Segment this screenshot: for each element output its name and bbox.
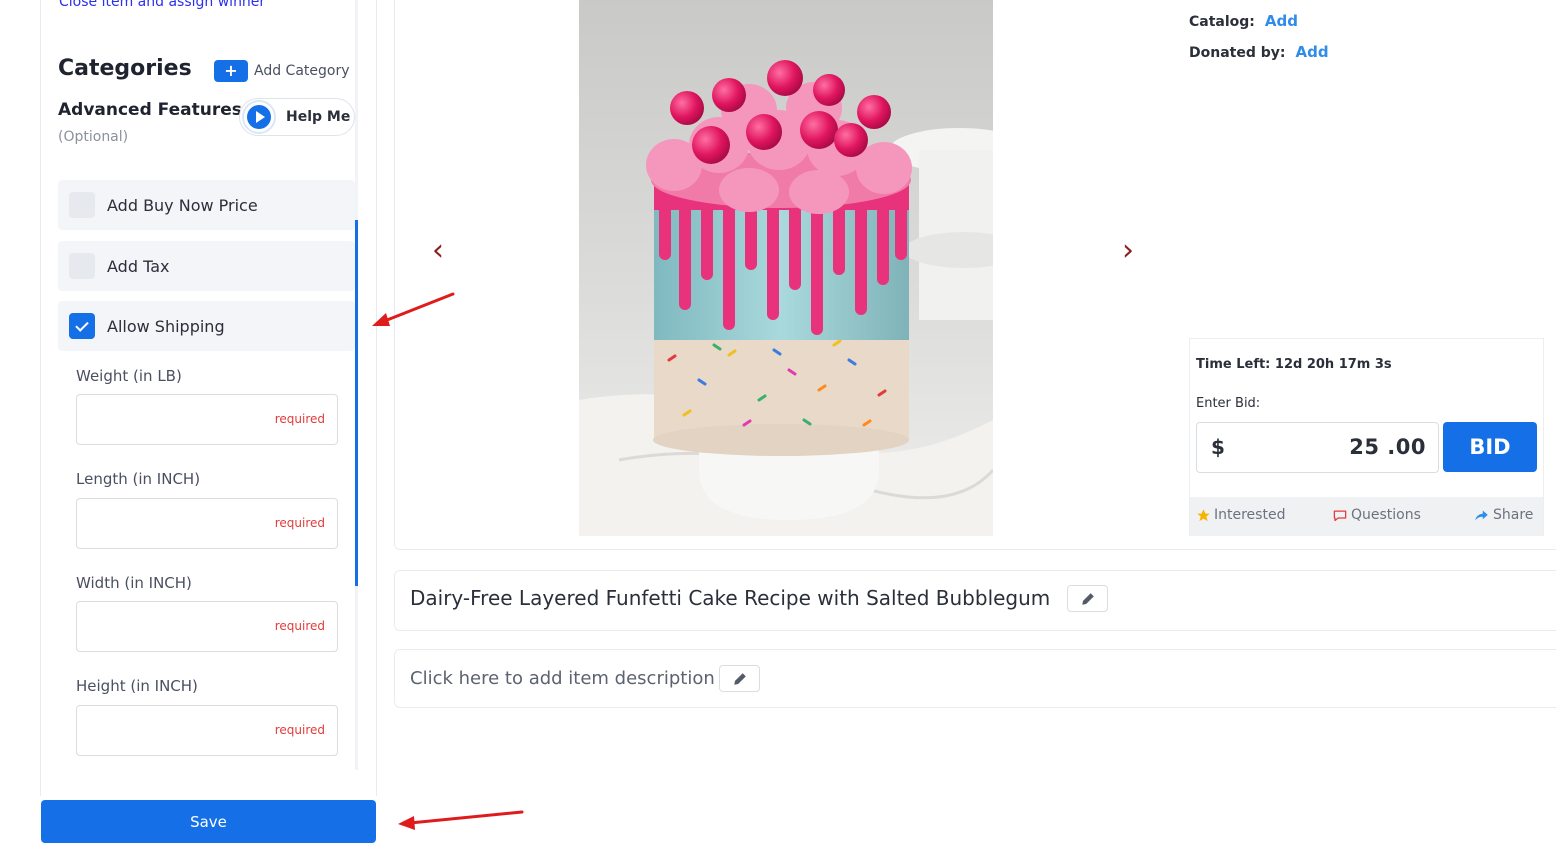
feature-buy-now-price[interactable]: Add Buy Now Price [58,180,355,230]
bid-amount-input[interactable]: $ 25 .00 [1196,422,1439,473]
close-item-link[interactable]: Close item and assign winner [59,0,265,10]
play-icon [242,100,276,134]
donated-by-label: Donated by: [1189,45,1286,61]
help-me-button[interactable]: Help Me [239,98,355,136]
checkbox-tax[interactable] [69,253,95,279]
weight-label: Weight (in LB) [76,367,182,385]
item-description-card: Click here to add item description [394,649,1556,708]
height-input[interactable]: required [76,705,338,756]
interested-label: Interested [1214,507,1286,523]
share-button[interactable]: Share [1473,507,1533,523]
annotation-arrow-icon [398,810,524,830]
height-label: Height (in INCH) [76,677,198,695]
donated-by-row: Donated by: Add [1189,43,1329,61]
required-hint: required [274,619,325,633]
checkmark-icon[interactable] [69,313,95,339]
interested-button[interactable]: Interested [1196,507,1285,523]
bid-panel: Time Left: 12d 20h 17m 3s Enter Bid: $ 2… [1189,338,1544,536]
advanced-features-title: Advanced Features [58,100,242,120]
chevron-left-icon[interactable]: ‹ [432,236,444,266]
bid-button[interactable]: BID [1443,422,1537,472]
cake-image [579,0,993,536]
catalog-add-link[interactable]: Add [1265,12,1298,30]
width-label: Width (in INCH) [76,574,192,592]
item-title-card: Dairy-Free Layered Funfetti Cake Recipe … [394,570,1556,631]
plus-icon: + [214,60,248,82]
item-photo [579,0,993,536]
questions-label: Questions [1351,507,1421,523]
weight-input[interactable]: required [76,394,338,445]
sidebar-scrollbar-thumb[interactable] [355,220,358,586]
time-left: Time Left: 12d 20h 17m 3s [1196,357,1392,372]
enter-bid-label: Enter Bid: [1196,396,1261,411]
feature-label: Allow Shipping [107,316,225,336]
add-category-label: Add Category [254,63,350,79]
optional-label: (Optional) [58,129,129,145]
page: Close item and assign winner Categories … [0,0,1556,854]
questions-button[interactable]: Questions [1332,507,1421,523]
share-icon [1475,510,1488,520]
edit-description-button[interactable] [719,665,760,692]
catalog-label: Catalog: [1189,14,1255,30]
edit-title-button[interactable] [1067,585,1108,612]
share-label: Share [1493,507,1534,523]
help-me-label: Help Me [286,109,351,125]
pencil-icon [733,672,746,685]
feature-allow-shipping[interactable]: Allow Shipping [58,301,355,351]
comment-icon [1333,510,1347,521]
feature-label: Add Tax [107,256,170,276]
required-hint: required [274,412,325,426]
length-input[interactable]: required [76,498,338,549]
bid-amount-value: 25 .00 [1349,435,1426,459]
item-description-placeholder[interactable]: Click here to add item description [410,668,715,689]
feature-tax[interactable]: Add Tax [58,241,355,291]
item-settings-panel: Close item and assign winner Categories … [40,0,377,796]
save-button[interactable]: Save [41,800,376,843]
pencil-icon [1081,592,1094,605]
checkbox-buy-now-price[interactable] [69,192,95,218]
required-hint: required [274,723,325,737]
width-input[interactable]: required [76,601,338,652]
catalog-row: Catalog: Add [1189,12,1298,30]
shipping-fields: Weight (in LB) required Length (in INCH)… [58,350,355,770]
chevron-right-icon[interactable]: › [1122,236,1134,266]
donated-by-add-link[interactable]: Add [1295,43,1328,61]
required-hint: required [274,516,325,530]
categories-title: Categories [58,56,192,81]
feature-label: Add Buy Now Price [107,195,258,215]
length-label: Length (in INCH) [76,470,201,488]
currency-symbol: $ [1211,435,1225,459]
item-title: Dairy-Free Layered Funfetti Cake Recipe … [410,586,1051,610]
star-icon [1197,508,1210,521]
add-category-button[interactable]: + Add Category [214,60,350,82]
bid-actions: Interested Questions Share [1190,497,1543,536]
